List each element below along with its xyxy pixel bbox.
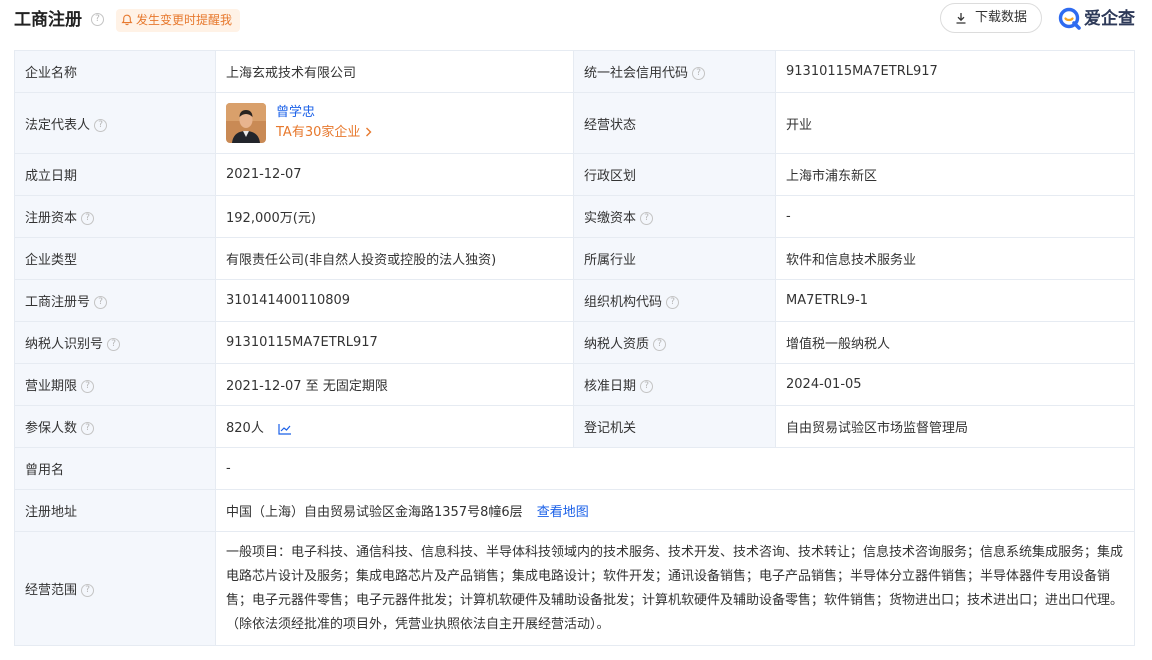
insured-label: 参保人数 ? — [14, 405, 216, 448]
question-circle-icon[interactable]: ? — [107, 338, 121, 351]
legal-rep-label: 法定代表人 ? — [14, 92, 216, 154]
authority-label: 登记机关 — [573, 405, 776, 448]
question-circle-icon[interactable]: ? — [666, 296, 680, 309]
reg-capital-value: 192,000万(元) — [215, 195, 574, 238]
insured-value: 820人 — [215, 405, 574, 448]
founded-label: 成立日期 — [14, 153, 216, 196]
former-name-label: 曾用名 — [14, 447, 216, 490]
type-value: 有限责任公司(非自然人投资或控股的法人独资) — [215, 237, 574, 280]
address-label: 注册地址 — [14, 489, 216, 532]
avatar[interactable] — [226, 103, 266, 143]
registration-info-table: 企业名称 上海玄戒技术有限公司 统一社会信用代码 ? 91310115MA7ET… — [14, 50, 1135, 646]
table-row: 注册资本 ? 192,000万(元) 实缴资本 ? - — [14, 195, 1135, 238]
table-row: 曾用名 - — [14, 447, 1135, 490]
table-row: 法定代表人 ? 曾学忠 TA有30家企业 经营状态 开业 — [14, 92, 1135, 154]
change-reminder-label: 发生变更时提醒我 — [136, 13, 233, 27]
reg-no-value: 310141400110809 — [215, 279, 574, 322]
table-row: 成立日期 2021-12-07 行政区划 上海市浦东新区 — [14, 153, 1135, 196]
authority-value: 自由贸易试验区市场监督管理局 — [775, 405, 1135, 448]
region-value: 上海市浦东新区 — [775, 153, 1135, 196]
question-circle-icon[interactable]: ? — [653, 338, 667, 351]
reg-no-label: 工商注册号 ? — [14, 279, 216, 322]
table-row: 纳税人识别号 ? 91310115MA7ETRL917 纳税人资质 ? 增值税一… — [14, 321, 1135, 364]
legal-rep-name-link[interactable]: 曾学忠 — [276, 103, 372, 123]
paid-capital-label: 实缴资本 ? — [573, 195, 776, 238]
bell-icon — [121, 14, 133, 26]
change-reminder-button[interactable]: 发生变更时提醒我 — [116, 9, 241, 32]
section-title: 工商注册 — [14, 10, 82, 30]
chevron-right-icon — [365, 127, 372, 137]
status-label: 经营状态 — [573, 92, 776, 154]
taxpayer-qual-label: 纳税人资质 ? — [573, 321, 776, 364]
question-circle-icon[interactable]: ? — [640, 380, 654, 393]
approval-date-label: 核准日期 ? — [573, 363, 776, 406]
question-circle-icon[interactable]: ? — [81, 422, 95, 435]
line-chart-icon[interactable] — [278, 423, 292, 435]
credit-code-value: 91310115MA7ETRL917 — [775, 50, 1135, 93]
download-icon — [956, 13, 966, 24]
org-code-value: MA7ETRL9-1 — [775, 279, 1135, 322]
reg-capital-label: 注册资本 ? — [14, 195, 216, 238]
approval-date-value: 2024-01-05 — [775, 363, 1135, 406]
person-photo-icon — [226, 103, 266, 143]
term-value: 2021-12-07 至 无固定期限 — [215, 363, 574, 406]
org-code-label: 组织机构代码 ? — [573, 279, 776, 322]
download-data-label: 下载数据 — [975, 10, 1028, 25]
table-row: 经营范围 ? 一般项目：电子科技、通信科技、信息科技、半导体科技领域内的技术服务… — [14, 531, 1135, 646]
industry-label: 所属行业 — [573, 237, 776, 280]
credit-code-label: 统一社会信用代码 ? — [573, 50, 776, 93]
scope-value: 一般项目：电子科技、通信科技、信息科技、半导体科技领域内的技术服务、技术开发、技… — [215, 531, 1135, 646]
table-row: 营业期限 ? 2021-12-07 至 无固定期限 核准日期 ? 2024-01… — [14, 363, 1135, 406]
legal-rep-companies-link[interactable]: TA有30家企业 — [276, 123, 372, 143]
question-circle-icon[interactable]: ? — [81, 584, 95, 597]
company-name-label: 企业名称 — [14, 50, 216, 93]
question-circle-icon[interactable]: ? — [81, 212, 95, 225]
table-row: 企业名称 上海玄戒技术有限公司 统一社会信用代码 ? 91310115MA7ET… — [14, 50, 1135, 93]
type-label: 企业类型 — [14, 237, 216, 280]
taxpayer-id-label: 纳税人识别号 ? — [14, 321, 216, 364]
insured-count: 820人 — [226, 421, 264, 436]
industry-value: 软件和信息技术服务业 — [775, 237, 1135, 280]
founded-value: 2021-12-07 — [215, 153, 574, 196]
question-circle-icon[interactable]: ? — [94, 118, 108, 132]
section-header: 工商注册 ? 发生变更时提醒我 下载数据 爱企查 — [0, 0, 1152, 44]
download-data-button[interactable]: 下载数据 — [940, 3, 1042, 33]
question-circle-icon[interactable]: ? — [91, 13, 104, 26]
former-name-value: - — [215, 447, 1135, 490]
company-name-value: 上海玄戒技术有限公司 — [215, 50, 574, 93]
taxpayer-qual-value: 增值税一般纳税人 — [775, 321, 1135, 364]
table-row: 注册地址 中国（上海）自由贸易试验区金海路1357号8幢6层 查看地图 — [14, 489, 1135, 532]
table-row: 企业类型 有限责任公司(非自然人投资或控股的法人独资) 所属行业 软件和信息技术… — [14, 237, 1135, 280]
question-circle-icon[interactable]: ? — [640, 212, 654, 225]
term-label: 营业期限 ? — [14, 363, 216, 406]
legal-rep-value: 曾学忠 TA有30家企业 — [215, 92, 574, 154]
brand-name: 爱企查 — [1084, 9, 1135, 29]
region-label: 行政区划 — [573, 153, 776, 196]
table-row: 参保人数 ? 820人 登记机关 自由贸易试验区市场监督管理局 — [14, 405, 1135, 448]
status-value: 开业 — [775, 92, 1135, 154]
aiqicha-logo-icon — [1058, 7, 1081, 30]
paid-capital-value: - — [775, 195, 1135, 238]
question-circle-icon[interactable]: ? — [692, 67, 706, 80]
taxpayer-id-value: 91310115MA7ETRL917 — [215, 321, 574, 364]
question-circle-icon[interactable]: ? — [81, 380, 95, 393]
address-value: 中国（上海）自由贸易试验区金海路1357号8幢6层 查看地图 — [215, 489, 1135, 532]
scope-label: 经营范围 ? — [14, 531, 216, 646]
view-map-link[interactable]: 查看地图 — [537, 505, 589, 520]
table-row: 工商注册号 ? 310141400110809 组织机构代码 ? MA7ETRL… — [14, 279, 1135, 322]
question-circle-icon[interactable]: ? — [94, 296, 108, 309]
address-text: 中国（上海）自由贸易试验区金海路1357号8幢6层 — [226, 505, 523, 520]
